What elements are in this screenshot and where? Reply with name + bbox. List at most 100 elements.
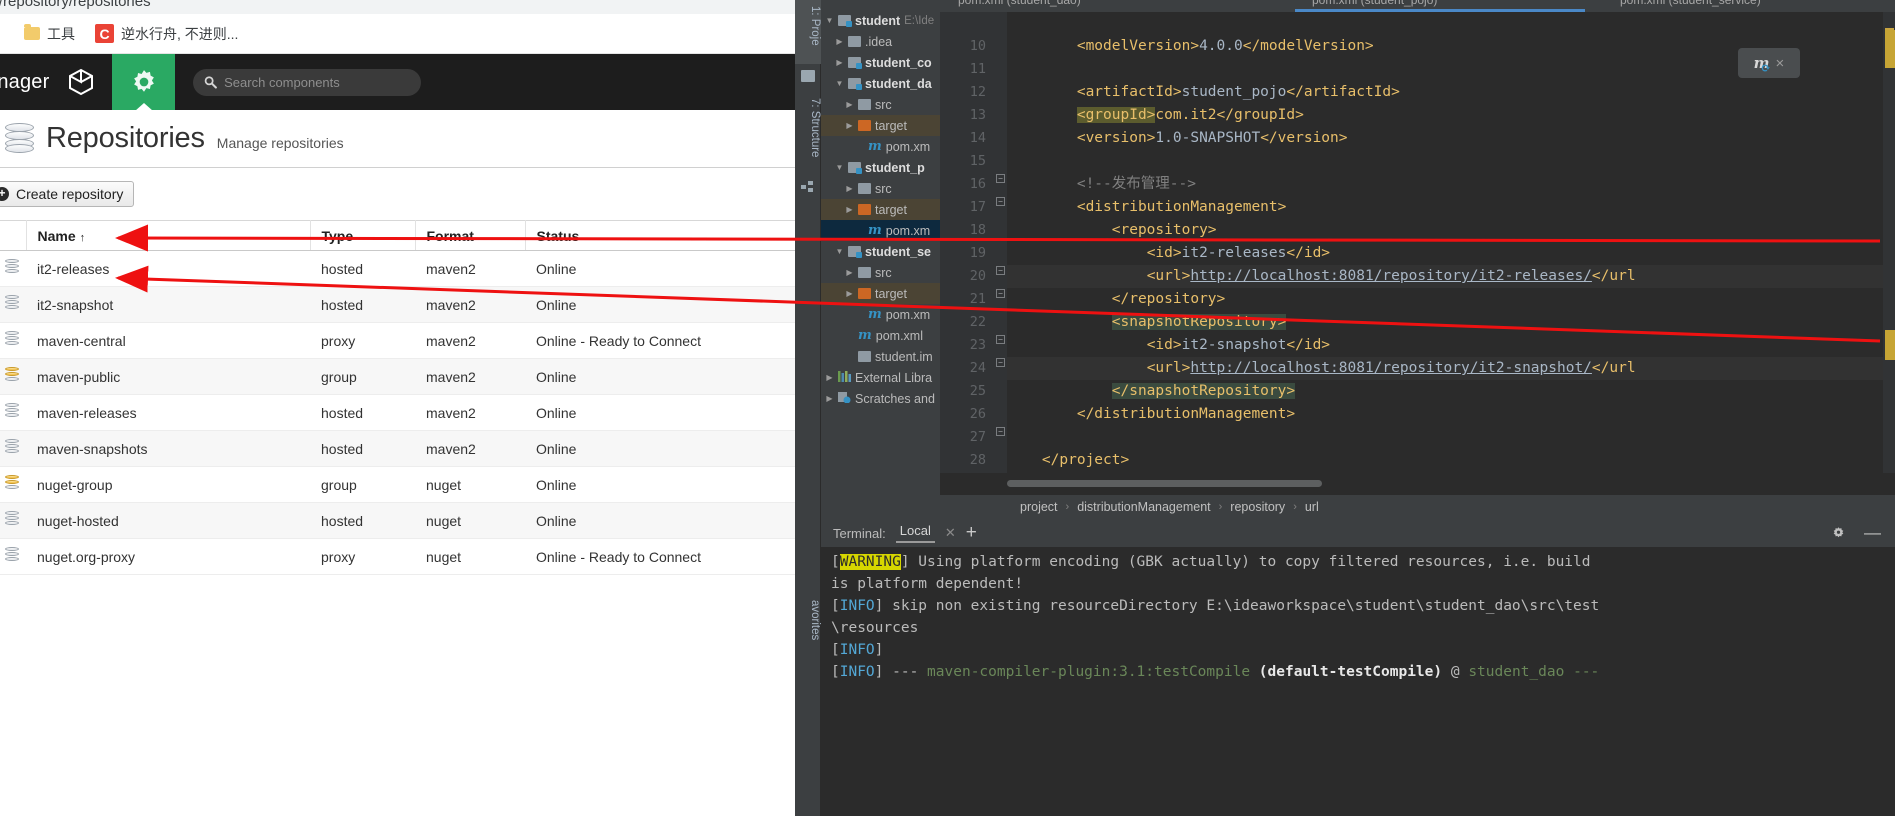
tree-expand-arrow-icon[interactable]: ▼ [835, 247, 844, 256]
code-line[interactable]: <distributionManagement> [1007, 196, 1895, 219]
code-line[interactable]: <repository> [1007, 219, 1895, 242]
tree-expand-arrow-icon[interactable]: ▶ [845, 184, 854, 193]
fold-icon[interactable]: − [996, 266, 1005, 275]
tree-node[interactable]: student.im [821, 346, 940, 367]
fold-icon[interactable]: − [996, 335, 1005, 344]
cell-name[interactable]: it2-snapshot [26, 286, 310, 323]
editor-tab-student-service[interactable]: pom.xml (student_service) [1620, 0, 1761, 7]
code-line[interactable]: </distributionManagement> [1007, 403, 1895, 426]
table-row[interactable]: nuget-group group nuget Online [0, 466, 795, 503]
tree-expand-arrow-icon[interactable]: ▶ [845, 205, 854, 214]
table-row[interactable]: maven-public group maven2 Online [0, 358, 795, 395]
terminal-tab-local[interactable]: Local [895, 523, 935, 543]
editor-tab-student-pojo[interactable]: pom.xml (student_pojo) [1312, 0, 1437, 7]
editor-code-area[interactable]: <modelVersion>4.0.0</modelVersion> <arti… [1007, 12, 1895, 473]
tree-node[interactable]: ▼ student_da [821, 73, 940, 94]
bookmark-csdn[interactable]: C 逆水行舟, 不进则... [87, 21, 246, 47]
code-line[interactable]: <url>http://localhost:8081/repository/it… [1007, 357, 1895, 380]
code-line[interactable]: </snapshotRepository> [1007, 380, 1895, 403]
fold-icon[interactable]: − [996, 197, 1005, 206]
tree-node[interactable]: ▶ Scratches and [821, 388, 940, 409]
code-line[interactable]: <id>it2-snapshot</id> [1007, 334, 1895, 357]
cell-name[interactable]: it2-releases [26, 250, 310, 287]
code-line[interactable] [1007, 426, 1895, 449]
maven-reload-popup[interactable]: m ⟳ × [1738, 48, 1800, 78]
tool-tab-favorites[interactable]: avorites [795, 600, 821, 640]
close-icon[interactable]: × [1776, 55, 1785, 72]
breadcrumb-item-distributionmanagement[interactable]: distributionManagement [1077, 500, 1210, 514]
breadcrumb-item-project[interactable]: project [1020, 500, 1058, 514]
close-icon[interactable]: ✕ [945, 525, 956, 541]
tree-node[interactable]: ▶ src [821, 94, 940, 115]
code-line[interactable]: <url>http://localhost:8081/repository/it… [1007, 265, 1895, 288]
code-line[interactable]: <groupId>com.it2</groupId> [1007, 104, 1895, 127]
code-line[interactable]: </repository> [1007, 288, 1895, 311]
code-line[interactable]: <snapshotRepository> [1007, 311, 1895, 334]
column-header-status[interactable]: Status [525, 220, 795, 251]
code-line[interactable]: <artifactId>student_pojo</artifactId> [1007, 81, 1895, 104]
editor-horizontal-scrollbar[interactable] [1007, 480, 1322, 487]
tree-expand-arrow-icon[interactable]: ▶ [835, 37, 844, 46]
table-row[interactable]: maven-releases hosted maven2 Online [0, 394, 795, 431]
cell-name[interactable]: nuget.org-proxy [26, 538, 310, 575]
admin-gear-button[interactable] [112, 54, 176, 110]
code-line[interactable] [1007, 150, 1895, 173]
tree-node[interactable]: ▶ src [821, 262, 940, 283]
tool-tab-structure[interactable]: 7: Structure [795, 92, 821, 176]
maven-reload-icon[interactable]: m ⟳ [1754, 54, 1771, 75]
gear-icon[interactable] [1831, 526, 1846, 541]
code-line[interactable] [1007, 12, 1895, 35]
tree-node[interactable]: ▶ External Libra [821, 367, 940, 388]
tree-node[interactable]: ▼ student E:\Ide [821, 10, 940, 31]
editor-scrollbar-thumb[interactable] [1885, 30, 1895, 68]
editor-tab-student-dao[interactable]: pom.xml (student_dao) [958, 0, 1081, 7]
cell-name[interactable]: maven-snapshots [26, 430, 310, 467]
table-row[interactable]: nuget-hosted hosted nuget Online [0, 502, 795, 539]
tree-node[interactable]: m pom.xm [821, 136, 940, 157]
column-header-type[interactable]: Type [310, 220, 416, 251]
cell-name[interactable]: maven-public [26, 358, 310, 395]
tree-expand-arrow-icon[interactable]: ▶ [835, 58, 844, 67]
fold-icon[interactable]: − [996, 358, 1005, 367]
tool-tab-project[interactable]: 1: Proje [795, 0, 821, 64]
editor-scrollbar-thumb-2[interactable] [1885, 330, 1895, 360]
column-header-format[interactable]: Format [415, 220, 526, 251]
cell-name[interactable]: nuget-group [26, 466, 310, 503]
tree-expand-arrow-icon[interactable]: ▼ [835, 163, 844, 172]
tree-node[interactable]: m pom.xml [821, 325, 940, 346]
browse-button[interactable] [49, 54, 112, 110]
fold-icon[interactable]: − [996, 427, 1005, 436]
tree-node[interactable]: ▼ student_p [821, 157, 940, 178]
tree-node[interactable]: ▶ target [821, 115, 940, 136]
code-line[interactable]: <version>1.0-SNAPSHOT</version> [1007, 127, 1895, 150]
tree-expand-arrow-icon[interactable]: ▶ [845, 268, 854, 277]
tree-expand-arrow-icon[interactable]: ▶ [845, 100, 854, 109]
table-row[interactable]: it2-releases hosted maven2 Online [0, 250, 795, 287]
column-header-name[interactable]: Name ↑ [26, 220, 311, 251]
tree-expand-arrow-icon[interactable]: ▶ [845, 121, 854, 130]
tree-node[interactable]: ▶ target [821, 199, 940, 220]
tree-node[interactable]: ▶ .idea [821, 31, 940, 52]
bookmark-tools[interactable]: 工具 [16, 21, 83, 47]
tree-expand-arrow-icon[interactable]: ▶ [825, 373, 834, 382]
table-row[interactable]: maven-central proxy maven2 Online - Ready t… [0, 322, 795, 359]
table-row[interactable]: nuget.org-proxy proxy nuget Online - Ready … [0, 538, 795, 575]
tree-expand-arrow-icon[interactable]: ▼ [825, 16, 834, 25]
table-row[interactable]: maven-snapshots hosted maven2 Online [0, 430, 795, 467]
tree-expand-arrow-icon[interactable]: ▶ [845, 289, 854, 298]
tree-node[interactable]: m pom.xm [821, 304, 940, 325]
project-tree[interactable]: ▼ student E:\Ide ▶ .idea ▶ student_co ▼ student_… [821, 10, 940, 495]
search-input[interactable] [224, 74, 411, 90]
fold-icon[interactable]: − [996, 174, 1005, 183]
breadcrumb-item-url[interactable]: url [1305, 500, 1319, 514]
terminal-output[interactable]: [WARNING] Using platform encoding (GBK a… [821, 547, 1895, 816]
tree-node[interactable]: ▼ student_se [821, 241, 940, 262]
cell-name[interactable]: maven-releases [26, 394, 310, 431]
create-repository-button[interactable]: + Create repository [0, 181, 135, 207]
minimize-icon[interactable]: — [1864, 524, 1881, 541]
search-box[interactable] [193, 68, 422, 96]
editor-fold-gutter[interactable]: − − − − − − − [995, 12, 1007, 473]
code-line[interactable]: </project> [1007, 449, 1895, 472]
tree-expand-arrow-icon[interactable]: ▼ [835, 79, 844, 88]
fold-icon[interactable]: − [996, 289, 1005, 298]
